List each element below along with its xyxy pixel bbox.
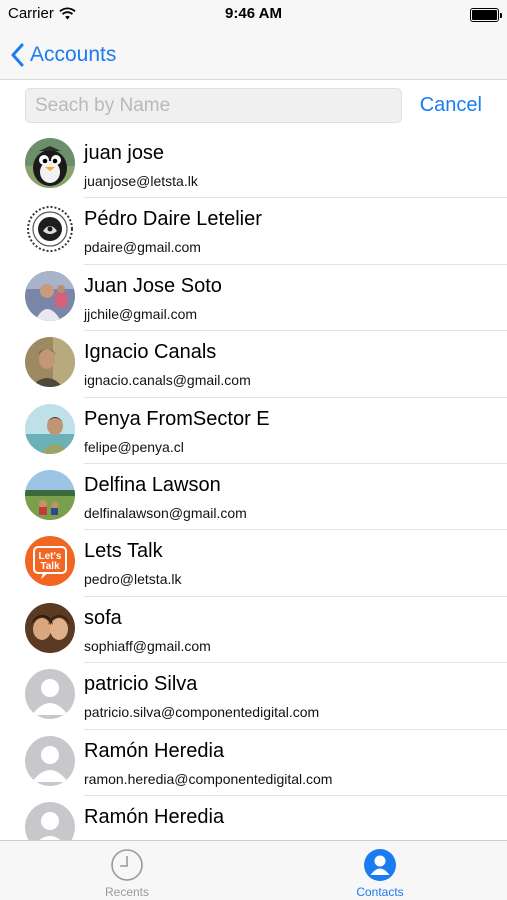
person-icon [364,849,396,881]
tab-recents-label: Recents [104,885,150,899]
photo-avatar [25,469,75,520]
tab-bar: Recents Contacts [0,840,507,900]
contact-name: sofa [84,606,122,629]
contact-email: sophiaff@gmail.com [84,637,211,654]
contact-name: Ramón Heredia [84,805,225,828]
contact-email: ramon.heredia@componentedigital.com [84,770,333,787]
contact-row[interactable]: Let's Talk Lets Talk pedro@letsta.lk [0,530,507,598]
contact-row[interactable]: Ramón Heredia ramon.heredia@componentedi… [0,730,507,797]
contact-row[interactable]: Ignacio Canals ignacio.canals@gmail.com [0,331,507,398]
contact-name: Juan Jose Soto [84,274,222,297]
contact-row[interactable]: sofa sophiaff@gmail.com [0,597,507,664]
contact-email: felipe@penya.cl [84,438,184,455]
letstalk-logo: Let's Talk [25,536,75,587]
contact-email: delfinalawson@gmail.com [84,504,247,521]
tab-recents[interactable]: Recents [0,841,254,900]
battery-fill [472,10,497,20]
tab-contacts[interactable]: Contacts [253,841,507,900]
contact-row[interactable]: Juan Jose Soto jjchile@gmail.com [0,265,507,332]
contact-name: Delfina Lawson [84,473,221,496]
penguin-avatar [25,138,75,188]
svg-text:Talk: Talk [40,561,60,572]
photo-avatar [25,602,75,653]
contact-email: pdaire@gmail.com [84,239,201,256]
contact-list[interactable]: juan jose juanjose@letsta.lk Pédro Daire… [0,132,507,840]
default-person-avatar [25,801,75,840]
photo-avatar [25,403,75,454]
clock-icon [111,849,143,881]
contact-name: patricio Silva [84,673,198,696]
status-bar: Carrier 9:46 AM [0,0,507,30]
contact-name: Ramón Heredia [84,739,225,762]
contact-name: Penya FromSector E [84,407,270,430]
status-time: 9:46 AM [225,5,282,22]
contact-row[interactable]: juan jose juanjose@letsta.lk [0,132,507,199]
chevron-left-icon [11,43,24,67]
battery-icon [470,8,502,22]
contact-email: patricio.silva@componentedigital.com [84,704,320,721]
contact-name: Ignacio Canals [84,341,217,364]
contact-email: jjchile@gmail.com [84,305,198,322]
contact-name: Pédro Daire Letelier [84,208,262,231]
search-input[interactable] [25,88,402,123]
contact-row[interactable]: Ramón Heredia [0,796,507,840]
contact-row[interactable]: patricio Silva patricio.silva@componente… [0,663,507,730]
contact-email: juanjose@letsta.lk [84,173,198,189]
contact-email: pedro@letsta.lk [84,571,182,588]
photo-avatar [25,337,75,388]
contact-email: ignacio.canals@gmail.com [84,372,251,389]
contact-row[interactable]: Penya FromSector E felipe@penya.cl [0,398,507,465]
back-button-label: Accounts [30,43,117,66]
tab-contacts-label: Contacts [356,885,404,899]
contact-row[interactable]: Delfina Lawson delfinalawson@gmail.com [0,464,507,531]
default-person-avatar [25,735,75,786]
photo-avatar [25,270,75,321]
default-person-avatar [25,669,75,720]
cancel-button[interactable]: Cancel [420,94,482,117]
navigation-bar: Accounts [0,30,507,80]
contact-name: juan jose [84,142,165,164]
contact-name: Lets Talk [84,540,163,563]
search-row: Cancel [0,80,507,132]
back-button[interactable]: Accounts [10,38,116,72]
contact-row[interactable]: Pédro Daire Letelier pdaire@gmail.com [0,198,507,266]
emblem-avatar [25,204,75,255]
